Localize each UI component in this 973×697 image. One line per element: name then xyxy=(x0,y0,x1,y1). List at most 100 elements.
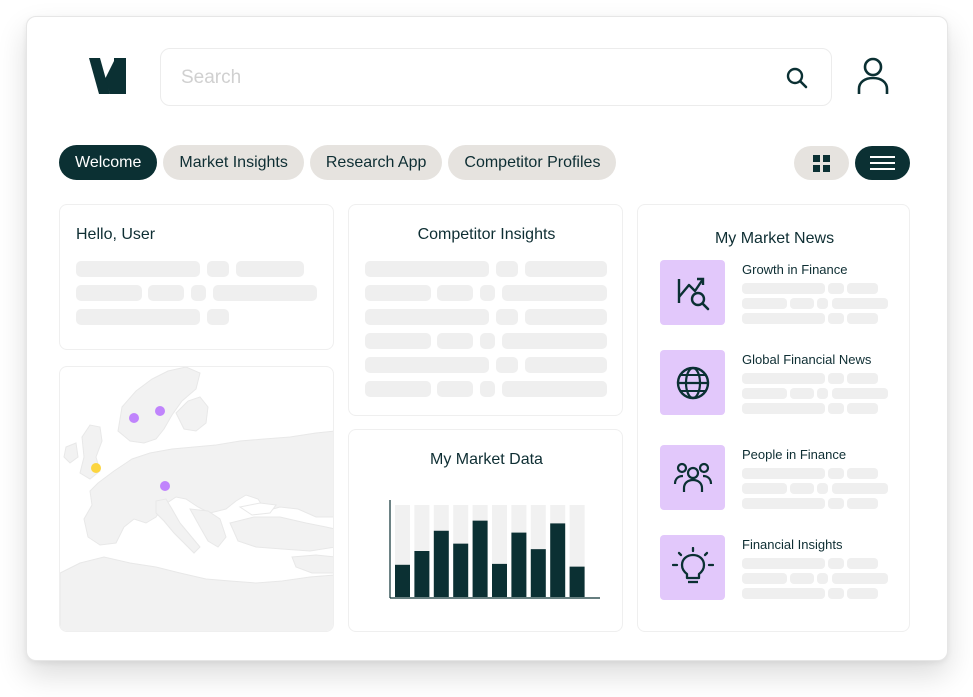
tab-market-insights[interactable]: Market Insights xyxy=(163,145,304,180)
skeleton-line xyxy=(828,498,844,509)
tab-research-app[interactable]: Research App xyxy=(309,145,443,180)
skeleton-line xyxy=(525,309,607,325)
chart-bar[interactable] xyxy=(453,543,469,597)
chart-bar[interactable] xyxy=(530,549,546,597)
skeleton-line xyxy=(213,285,317,301)
skeleton-line xyxy=(496,309,518,325)
people-icon xyxy=(673,462,712,492)
skeleton-line xyxy=(742,388,787,399)
skeleton-line xyxy=(207,309,229,325)
map-marker[interactable] xyxy=(160,481,170,491)
skeleton-line xyxy=(847,283,878,294)
skeleton-line xyxy=(847,468,878,479)
news-item-title: Growth in Finance xyxy=(742,262,848,277)
tab-competitor-profiles[interactable]: Competitor Profiles xyxy=(448,145,617,180)
skeleton-line xyxy=(365,381,431,397)
skeleton-line xyxy=(847,313,878,324)
lightbulb-icon xyxy=(671,546,714,583)
skeleton-line xyxy=(847,558,878,569)
chart-bar[interactable] xyxy=(472,520,488,597)
skeleton-line xyxy=(525,261,607,277)
skeleton-line xyxy=(790,483,814,494)
skeleton-line xyxy=(365,357,489,373)
skeleton-line xyxy=(817,483,828,494)
map-marker[interactable] xyxy=(155,406,165,416)
skeleton-line xyxy=(437,381,473,397)
skeleton-line xyxy=(742,313,825,324)
skeleton-line xyxy=(828,468,844,479)
europe-map xyxy=(60,367,333,631)
skeleton-line xyxy=(742,573,787,584)
skeleton-line xyxy=(832,573,888,584)
search-bar xyxy=(160,48,832,106)
news-item-financial-insights[interactable]: Financial Insights xyxy=(660,535,910,605)
news-item-growth-in-finance[interactable]: Growth in Finance xyxy=(660,260,910,330)
skeleton-line xyxy=(828,313,844,324)
map-card xyxy=(59,366,334,632)
skeleton-line xyxy=(828,588,844,599)
skeleton-line xyxy=(742,298,787,309)
skeleton-line xyxy=(742,403,825,414)
news-icon-tile xyxy=(660,535,725,600)
skeleton-line xyxy=(742,498,825,509)
skeleton-line xyxy=(790,573,814,584)
skeleton-line xyxy=(832,298,888,309)
search-icon[interactable] xyxy=(785,66,809,90)
skeleton-line xyxy=(832,483,888,494)
skeleton-line xyxy=(496,261,518,277)
market-news-title: My Market News xyxy=(714,230,835,247)
list-view-button[interactable] xyxy=(855,146,910,180)
chart-search-icon xyxy=(677,277,709,310)
skeleton-line xyxy=(742,558,825,569)
skeleton-line xyxy=(437,333,473,349)
brand-logo xyxy=(89,58,126,94)
chart-bar[interactable] xyxy=(414,551,430,597)
skeleton-line xyxy=(742,483,787,494)
chart-bar[interactable] xyxy=(511,532,527,597)
news-item-title: Financial Insights xyxy=(742,537,843,552)
skeleton-line xyxy=(480,333,495,349)
skeleton-line xyxy=(236,261,304,277)
chart-bar[interactable] xyxy=(550,523,566,597)
search-input[interactable] xyxy=(181,63,741,93)
map-marker[interactable] xyxy=(129,413,139,423)
chart-bar[interactable] xyxy=(569,566,585,597)
skeleton-line xyxy=(76,261,200,277)
market-news-card: My Market News Growth in Finance Global … xyxy=(637,204,910,632)
skeleton-line xyxy=(365,285,431,301)
map-marker[interactable] xyxy=(91,463,101,473)
skeleton-line xyxy=(365,333,431,349)
news-item-title: Global Financial News xyxy=(742,352,872,367)
skeleton-line xyxy=(828,373,844,384)
skeleton-line xyxy=(76,285,142,301)
grid-view-button[interactable] xyxy=(794,146,849,180)
competitor-insights-title: Competitor Insights xyxy=(417,226,556,243)
grid-icon xyxy=(813,155,830,172)
skeleton-line xyxy=(847,373,878,384)
skeleton-line xyxy=(502,333,607,349)
skeleton-line xyxy=(365,261,489,277)
competitor-insights-card: Competitor Insights xyxy=(348,204,623,416)
chart-bar[interactable] xyxy=(433,530,449,597)
skeleton-line xyxy=(742,468,825,479)
skeleton-line xyxy=(148,285,184,301)
tab-welcome[interactable]: Welcome xyxy=(59,145,158,180)
news-icon-tile xyxy=(660,445,725,510)
skeleton-line xyxy=(817,298,828,309)
skeleton-line xyxy=(847,403,878,414)
chart-bar[interactable] xyxy=(395,564,410,597)
skeleton-line xyxy=(207,261,229,277)
user-icon[interactable] xyxy=(856,56,890,96)
market-data-chart xyxy=(389,500,600,599)
news-item-global-financial-news[interactable]: Global Financial News xyxy=(660,350,910,420)
skeleton-line xyxy=(191,285,206,301)
skeleton-line xyxy=(365,309,489,325)
news-item-title: People in Finance xyxy=(742,447,847,462)
skeleton-line xyxy=(790,388,814,399)
skeleton-line xyxy=(437,285,473,301)
chart-bar[interactable] xyxy=(492,563,507,597)
greeting-card: Hello, User xyxy=(59,204,334,350)
news-item-people-in-finance[interactable]: People in Finance xyxy=(660,445,910,515)
skeleton-line xyxy=(847,588,878,599)
skeleton-line xyxy=(502,381,607,397)
